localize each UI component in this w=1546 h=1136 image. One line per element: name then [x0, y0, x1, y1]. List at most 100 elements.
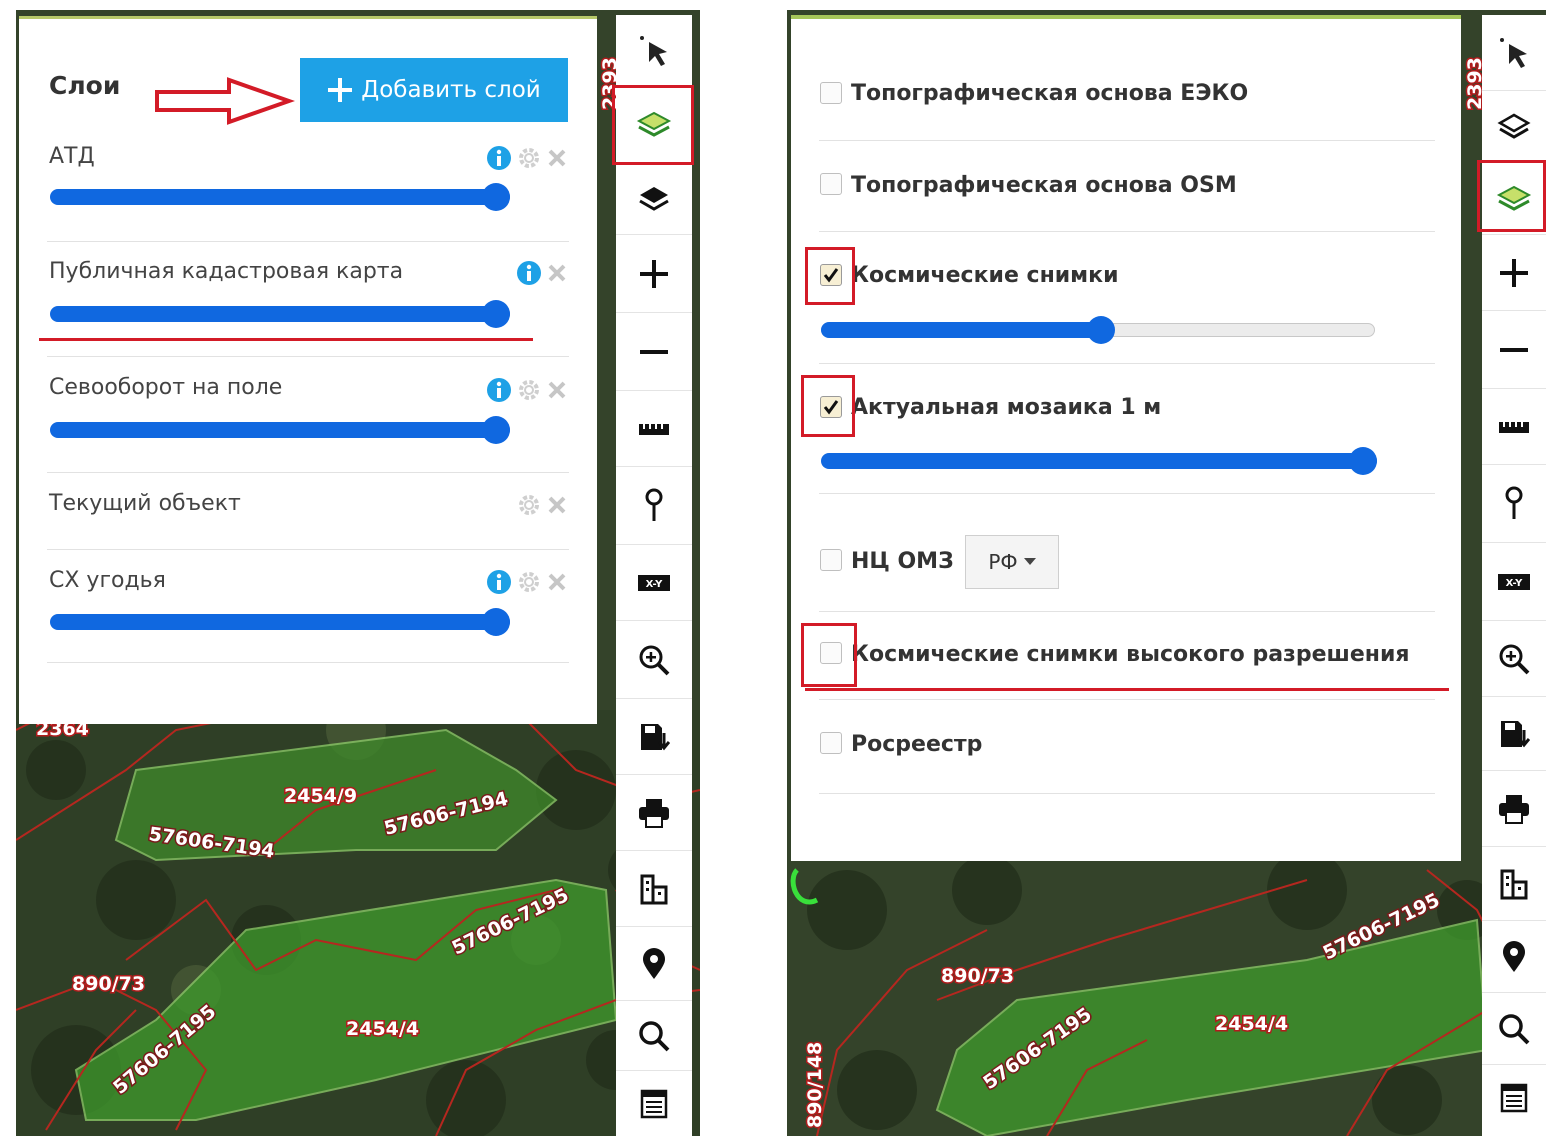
- layer-name: СХ угодья: [49, 568, 166, 593]
- region-select-value: РФ: [988, 550, 1018, 574]
- marker-tool[interactable]: [1482, 921, 1546, 993]
- ruler-icon: [1499, 421, 1529, 433]
- print-icon: [1499, 794, 1529, 824]
- opacity-slider-handle[interactable]: [1349, 447, 1377, 475]
- info-icon[interactable]: [486, 569, 512, 595]
- buildings-tool[interactable]: [1482, 847, 1546, 921]
- xy-coordinates-icon: X-Y: [638, 574, 670, 591]
- pin-tool[interactable]: [1482, 465, 1546, 543]
- info-icon[interactable]: [516, 260, 542, 286]
- layer-controls: [486, 377, 568, 403]
- search-icon: [639, 1020, 670, 1051]
- plus-icon: [328, 78, 353, 102]
- marker-tool[interactable]: [616, 927, 692, 1001]
- buildings-icon: [1500, 869, 1528, 899]
- gear-icon[interactable]: [516, 377, 542, 403]
- zoom-area-tool[interactable]: [1482, 621, 1546, 697]
- xy-coordinates-icon: X-Y: [1498, 573, 1530, 590]
- layer-controls: [486, 569, 568, 595]
- info-icon[interactable]: [486, 377, 512, 403]
- layer-controls: [486, 145, 568, 171]
- save-tool[interactable]: [616, 699, 692, 775]
- opacity-slider-handle[interactable]: [482, 608, 510, 636]
- opacity-slider[interactable]: [50, 422, 510, 438]
- divider: [47, 356, 569, 357]
- highlight-box: [1477, 160, 1546, 232]
- print-tool[interactable]: [616, 775, 692, 851]
- map-label: 890/73: [941, 965, 1014, 987]
- zoom-out-icon: [640, 349, 668, 354]
- print-tool[interactable]: [1482, 771, 1546, 847]
- zoom-in-tool[interactable]: [1482, 235, 1546, 311]
- close-icon[interactable]: [546, 262, 568, 284]
- measure-tool[interactable]: [1482, 389, 1546, 465]
- zoom-area-icon: [1499, 644, 1530, 674]
- base-layers-tool[interactable]: [616, 163, 692, 235]
- panel-title: Слои: [49, 71, 121, 100]
- buildings-tool[interactable]: [616, 851, 692, 927]
- layer-checkbox[interactable]: [820, 173, 842, 195]
- zoom-area-tool[interactable]: [616, 621, 692, 699]
- close-icon[interactable]: [546, 379, 568, 401]
- gear-icon[interactable]: [516, 569, 542, 595]
- layer-name: Текущий объект: [49, 491, 241, 516]
- opacity-slider[interactable]: [821, 453, 1377, 469]
- search-tool[interactable]: [1482, 993, 1546, 1065]
- opacity-slider-handle[interactable]: [482, 300, 510, 328]
- search-tool[interactable]: [616, 1001, 692, 1071]
- layers-panel: Слои Добавить слой АТД Публичная кадастр…: [19, 16, 597, 724]
- search-icon: [1499, 1013, 1530, 1044]
- close-icon[interactable]: [546, 147, 568, 169]
- pin-icon: [1505, 486, 1523, 519]
- add-layer-button[interactable]: Добавить слой: [300, 58, 568, 122]
- list-tool[interactable]: [616, 1071, 692, 1136]
- map-label: 2454/9: [284, 785, 357, 807]
- gear-icon[interactable]: [516, 145, 542, 171]
- layer-name: Космические снимки: [851, 263, 1119, 288]
- layer-checkbox[interactable]: [820, 549, 842, 571]
- close-icon[interactable]: [546, 571, 568, 593]
- layer-name: Публичная кадастровая карта: [49, 259, 404, 284]
- gear-icon[interactable]: [516, 492, 542, 518]
- divider: [47, 241, 569, 242]
- close-icon[interactable]: [546, 494, 568, 516]
- zoom-out-tool[interactable]: [616, 313, 692, 391]
- opacity-slider-handle[interactable]: [1087, 316, 1115, 344]
- save-icon: [1501, 720, 1530, 747]
- ruler-icon: [639, 423, 669, 435]
- measure-tool[interactable]: [616, 391, 692, 467]
- info-icon[interactable]: [486, 145, 512, 171]
- select-tool[interactable]: [616, 15, 692, 87]
- opacity-slider-handle[interactable]: [482, 183, 510, 211]
- pin-tool[interactable]: [616, 467, 692, 545]
- zoom-out-tool[interactable]: [1482, 311, 1546, 389]
- save-icon: [641, 723, 670, 750]
- zoom-out-icon: [1500, 347, 1528, 352]
- list-icon: [1500, 1083, 1528, 1113]
- layer-checkbox[interactable]: [820, 732, 842, 754]
- opacity-slider[interactable]: [50, 189, 510, 205]
- svg-text:X-Y: X-Y: [646, 579, 664, 590]
- zoom-in-tool[interactable]: [616, 235, 692, 313]
- select-tool[interactable]: [1482, 15, 1546, 91]
- add-layer-label: Добавить слой: [361, 77, 541, 103]
- list-icon: [640, 1089, 668, 1118]
- zoom-area-icon: [639, 645, 670, 675]
- list-tool[interactable]: [1482, 1065, 1546, 1131]
- opacity-slider-fill: [821, 322, 1103, 338]
- layer-name: Топографическая основа ЕЭКО: [851, 81, 1249, 106]
- left-screenshot: 2454/9 57606-7194 57606-7194 57606-7195 …: [16, 10, 700, 1136]
- opacity-slider[interactable]: [50, 614, 510, 630]
- highlight-underline: [39, 338, 533, 341]
- save-tool[interactable]: [1482, 697, 1546, 771]
- divider: [47, 662, 569, 663]
- layers-tool[interactable]: [1482, 91, 1546, 163]
- coordinates-tool[interactable]: X-Y: [1482, 543, 1546, 621]
- region-select[interactable]: РФ: [965, 535, 1059, 589]
- coordinates-tool[interactable]: X-Y: [616, 545, 692, 621]
- layer-controls: [516, 492, 568, 518]
- opacity-slider-handle[interactable]: [482, 416, 510, 444]
- opacity-slider[interactable]: [50, 306, 510, 322]
- layer-checkbox[interactable]: [820, 82, 842, 104]
- divider: [819, 793, 1435, 794]
